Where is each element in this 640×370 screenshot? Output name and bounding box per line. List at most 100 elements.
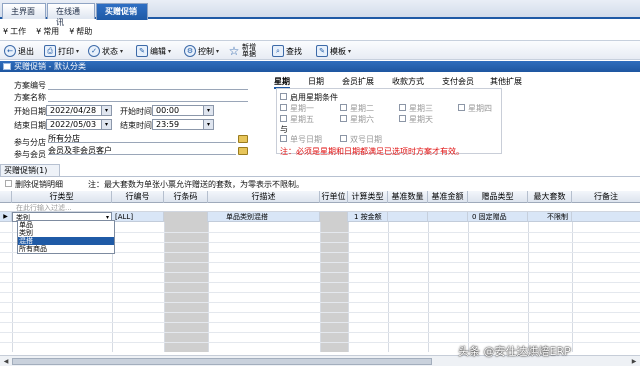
- scheme-no-field[interactable]: [48, 80, 248, 90]
- search-button[interactable]: ⌕ 查找: [272, 43, 302, 59]
- dropdown-option-category[interactable]: 类别: [18, 229, 114, 237]
- col-gift-type[interactable]: 赠品类型: [468, 191, 528, 203]
- dropdown-option-single[interactable]: 单品: [18, 221, 114, 229]
- new-document-button[interactable]: ☆ 新增 单据: [228, 43, 256, 59]
- double-date-checkbox[interactable]: [340, 135, 347, 142]
- end-date-value: 2022/05/03: [50, 120, 97, 129]
- chevron-down-icon: ▾: [348, 47, 352, 55]
- chevron-down-icon: ▾: [76, 47, 80, 55]
- new-document-label: 新增 单据: [242, 44, 256, 58]
- saturday-checkbox[interactable]: [340, 115, 347, 122]
- row-max-sets-cell[interactable]: 不限制: [528, 212, 572, 222]
- scheme-name-field[interactable]: [48, 92, 248, 102]
- status-button[interactable]: ✓ 状态 ▾: [88, 43, 123, 59]
- single-date-checkbox[interactable]: [280, 135, 287, 142]
- grid-line: [0, 282, 640, 283]
- chevron-down-icon[interactable]: ▾: [101, 106, 111, 115]
- col-base-qty[interactable]: 基准数量: [388, 191, 428, 203]
- template-button[interactable]: ✎ 模板 ▾: [316, 43, 351, 59]
- form-icon: [3, 63, 11, 70]
- col-row-barcode[interactable]: 行条码: [164, 191, 208, 203]
- exit-button[interactable]: ← 退出: [4, 43, 34, 59]
- menu-work[interactable]: ¥ 工作: [3, 24, 26, 38]
- grid-filter-row[interactable]: 在此行输入过滤...: [0, 203, 640, 212]
- col-row-unit[interactable]: 行单位: [320, 191, 348, 203]
- dropdown-option-mixed[interactable]: 混搭: [18, 237, 114, 245]
- tab-date[interactable]: 日期: [308, 76, 324, 87]
- tab-pay-member[interactable]: 支付会员: [442, 76, 474, 87]
- col-row-code[interactable]: 行编号: [112, 191, 164, 203]
- row-gift-type-cell[interactable]: 0 固定赠品: [468, 212, 528, 222]
- chevron-down-icon[interactable]: ▾: [101, 120, 111, 129]
- end-time-label: 结束时间: [120, 121, 152, 130]
- col-base-amount[interactable]: 基准金额: [428, 191, 468, 203]
- detail-subtab[interactable]: 买赠促销(1): [0, 164, 60, 176]
- printer-icon: ⎙: [44, 45, 56, 57]
- folder-icon[interactable]: [238, 135, 248, 143]
- start-time-value: 00:00: [156, 106, 180, 115]
- chevron-down-icon[interactable]: ▾: [203, 120, 213, 129]
- grid-line: [0, 272, 640, 273]
- friday-checkbox[interactable]: [280, 115, 287, 122]
- tuesday-checkbox[interactable]: [340, 104, 347, 111]
- scroll-left-icon[interactable]: ◀: [1, 357, 11, 366]
- col-calc-type[interactable]: 计算类型: [348, 191, 388, 203]
- star-icon: ☆: [228, 44, 240, 58]
- saturday-label: 星期六: [350, 115, 374, 124]
- print-label: 打印: [58, 46, 74, 56]
- week-note: 注：必须是星期和日期都满足已选项时方案才有效。: [280, 147, 464, 156]
- start-date-value: 2022/04/28: [50, 106, 97, 115]
- row-remark-cell[interactable]: [572, 212, 640, 222]
- tab-online-chat[interactable]: 在线通讯: [47, 3, 95, 27]
- watermark: 头条 @安仕达烘焙ERP: [458, 345, 571, 358]
- tab-payment-method[interactable]: 收款方式: [392, 76, 424, 87]
- monday-checkbox[interactable]: [280, 104, 287, 111]
- wednesday-checkbox[interactable]: [399, 104, 406, 111]
- row-desc-cell[interactable]: 单品类别混搭: [208, 212, 320, 222]
- menu-help[interactable]: ¥ 帮助: [69, 24, 92, 38]
- control-label: 控制: [198, 46, 214, 56]
- scroll-right-icon[interactable]: ▶: [629, 357, 639, 366]
- member-label: 参与会员: [14, 150, 46, 159]
- thursday-checkbox[interactable]: [458, 104, 465, 111]
- row-base-qty-cell[interactable]: [388, 212, 428, 222]
- menu-common[interactable]: ¥ 常用: [36, 24, 59, 38]
- pencil-icon: ✎: [136, 45, 148, 57]
- scroll-thumb[interactable]: [12, 358, 432, 365]
- col-row-remark[interactable]: 行备注: [572, 191, 640, 203]
- enable-week-label: 启用星期条件: [290, 93, 338, 102]
- tab-main[interactable]: 主界面: [2, 3, 46, 19]
- dropdown-option-all-goods[interactable]: 所有商品: [18, 245, 114, 253]
- col-max-sets[interactable]: 最大套数: [528, 191, 572, 203]
- end-date-field[interactable]: 2022/05/03 ▾: [46, 119, 112, 130]
- chevron-down-icon: ▾: [120, 47, 124, 55]
- tab-other-ext[interactable]: 其他扩展: [490, 76, 522, 87]
- sunday-checkbox[interactable]: [399, 115, 406, 122]
- row-indicator-header: [0, 191, 12, 203]
- tab-member-ext[interactable]: 会员扩展: [342, 76, 374, 87]
- tab-promotion[interactable]: 买赠促销: [96, 3, 148, 20]
- end-time-field[interactable]: 23:59 ▾: [152, 119, 214, 130]
- row-base-amount-cell[interactable]: [428, 212, 468, 222]
- enable-week-checkbox[interactable]: [280, 93, 287, 100]
- print-button[interactable]: ⎙ 打印 ▾: [44, 43, 79, 59]
- edit-button[interactable]: ✎ 编辑 ▾: [136, 43, 171, 59]
- start-date-field[interactable]: 2022/04/28 ▾: [46, 105, 112, 116]
- col-row-type[interactable]: 行类型: [12, 191, 112, 203]
- row-calc-cell[interactable]: 1 按金额: [348, 212, 388, 222]
- folder-icon[interactable]: [238, 147, 248, 155]
- double-date-label: 双号日期: [350, 135, 382, 144]
- control-button[interactable]: ⚙ 控制 ▾: [184, 43, 219, 59]
- row-code-cell[interactable]: [ALL]: [112, 212, 164, 222]
- week-panel: 启用星期条件 星期一 星期二 星期三 星期四 星期五 星期六 星期天 与 单号日…: [276, 88, 502, 156]
- search-label: 查找: [286, 46, 302, 56]
- start-time-field[interactable]: 00:00 ▾: [152, 105, 214, 116]
- member-field[interactable]: 会员及非会员客户: [48, 145, 236, 155]
- delete-detail-button[interactable]: 删除促销明细: [15, 178, 63, 191]
- menu-work-label: 工作: [10, 26, 27, 36]
- store-field[interactable]: 所有分店: [48, 133, 236, 143]
- wrench-icon: ⚙: [184, 45, 196, 57]
- store-label: 参与分店: [14, 138, 46, 147]
- col-row-desc[interactable]: 行描述: [208, 191, 320, 203]
- chevron-down-icon[interactable]: ▾: [203, 106, 213, 115]
